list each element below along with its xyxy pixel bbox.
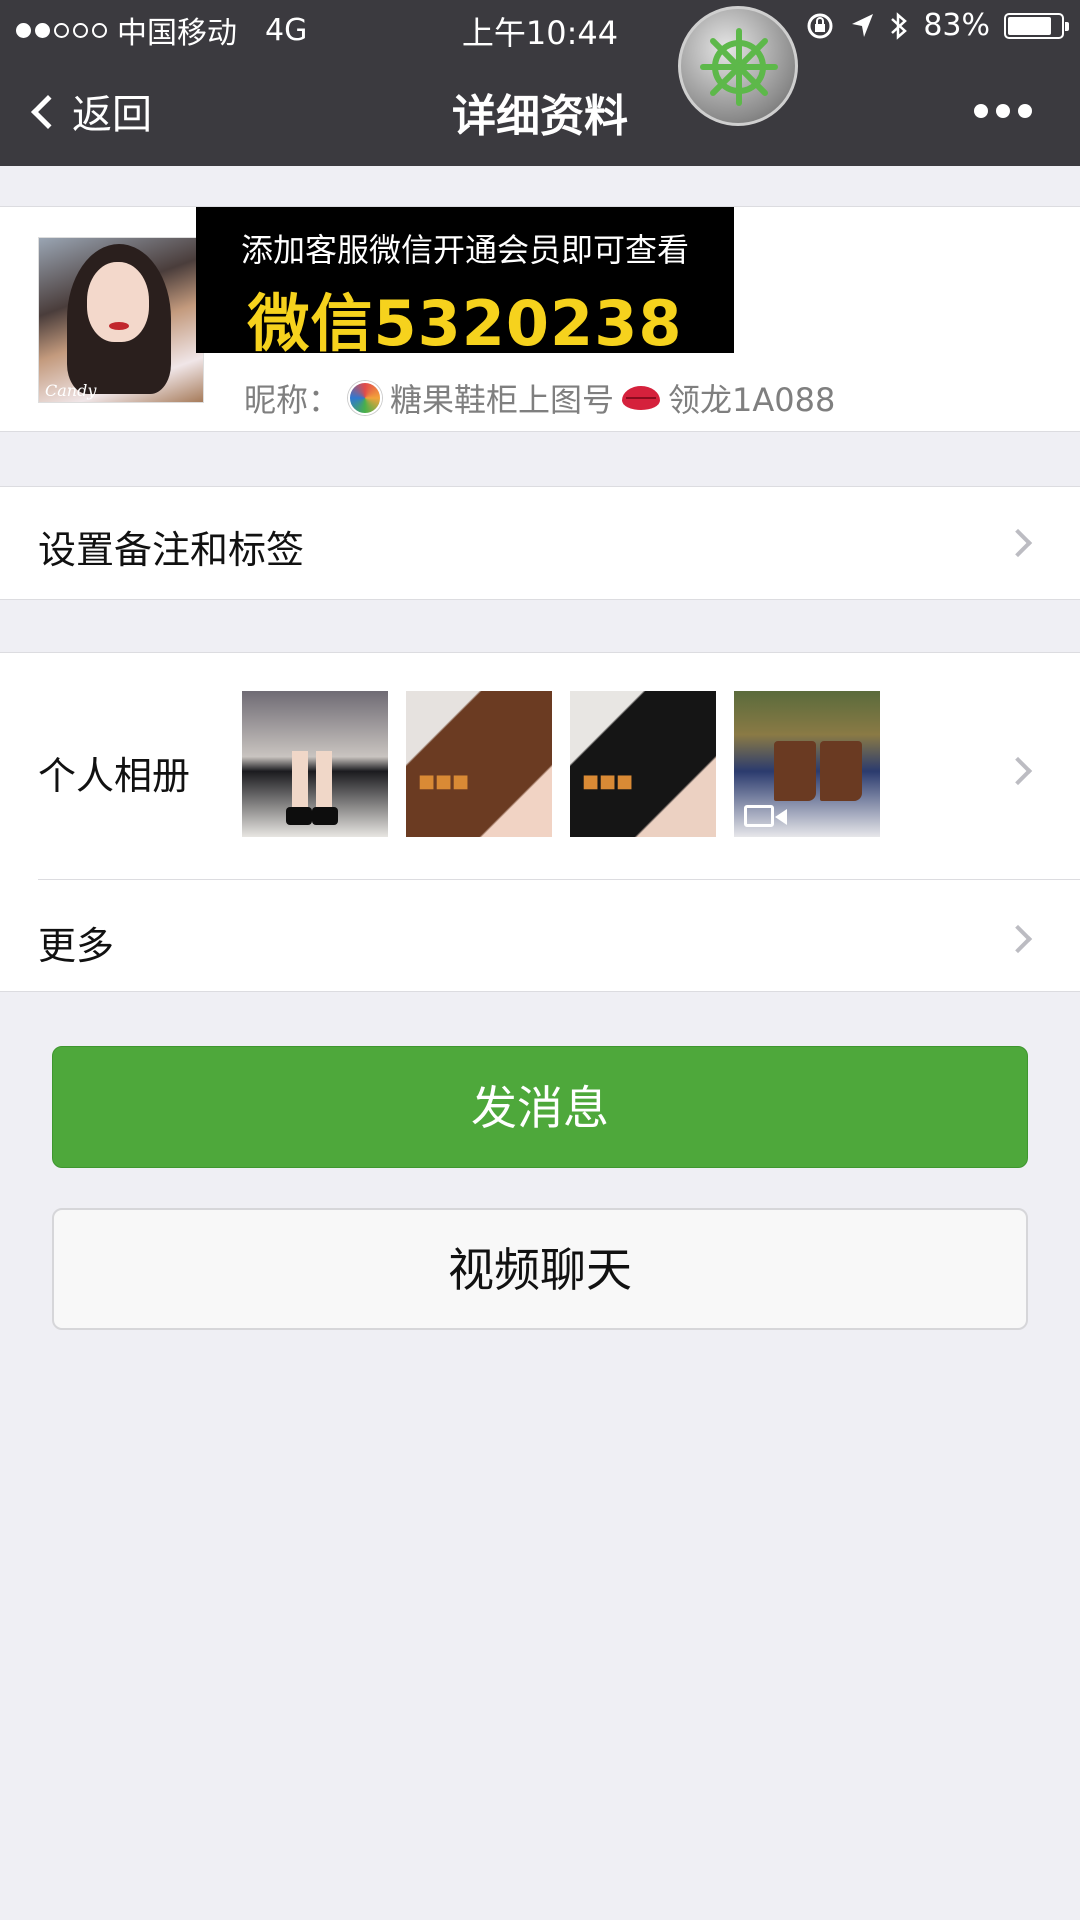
bluetooth-icon bbox=[891, 11, 908, 40]
rotation-lock-icon bbox=[807, 13, 833, 38]
remark-tags-label: 设置备注和标签 bbox=[38, 528, 305, 572]
send-message-button[interactable]: 发消息 bbox=[52, 1046, 1028, 1168]
profile-card: Candy 添加客服微信开通会员即可查看 微信5320238 昵称： 糖果鞋柜上… bbox=[0, 206, 1080, 432]
album-video[interactable] bbox=[734, 691, 880, 837]
lips-emoji-icon bbox=[622, 386, 661, 410]
album-photo[interactable]: ■■■ bbox=[570, 691, 716, 837]
status-bar: 中国移动 4G 上午10:44 83% bbox=[0, 0, 1080, 54]
album-row[interactable]: 个人相册 ■■■ ■■■ bbox=[0, 653, 1080, 879]
nickname-part2: 领龙1A088 bbox=[668, 381, 836, 419]
album-photo[interactable] bbox=[242, 691, 388, 837]
nickname-part1: 糖果鞋柜上图号 bbox=[390, 381, 615, 419]
watermark-icon: ■■■ bbox=[418, 771, 470, 792]
album-photo[interactable]: ■■■ bbox=[406, 691, 552, 837]
chevron-right-icon bbox=[1003, 528, 1033, 558]
video-call-button[interactable]: 视频聊天 bbox=[52, 1208, 1028, 1330]
battery-percent: 83% bbox=[923, 8, 990, 43]
lollipop-emoji-icon bbox=[348, 381, 383, 415]
promo-wechat-id: 微信5320238 bbox=[247, 287, 683, 360]
album-more-group: 个人相册 ■■■ ■■■ 更多 bbox=[0, 652, 1080, 992]
page-title: 详细资料 bbox=[452, 91, 628, 142]
battery-level bbox=[1008, 16, 1052, 35]
nickname: 昵称： 糖果鞋柜上图号 领龙1A088 bbox=[244, 375, 835, 421]
avatar-caption: Candy bbox=[45, 381, 97, 400]
more-options-icon[interactable] bbox=[974, 104, 1032, 118]
promo-banner: 添加客服微信开通会员即可查看 微信5320238 bbox=[196, 207, 734, 360]
avatar[interactable]: Candy bbox=[38, 237, 204, 403]
album-thumbnails: ■■■ ■■■ bbox=[242, 691, 880, 837]
status-right: 83% bbox=[805, 8, 1069, 43]
chevron-right-icon bbox=[1003, 756, 1033, 786]
video-camera-icon bbox=[744, 805, 787, 827]
battery-icon bbox=[1004, 12, 1069, 39]
watermark-icon: ■■■ bbox=[582, 771, 634, 792]
more-label: 更多 bbox=[38, 924, 115, 968]
chevron-right-icon bbox=[1003, 924, 1033, 954]
more-row[interactable]: 更多 bbox=[0, 880, 1080, 993]
location-icon bbox=[852, 13, 874, 37]
album-label: 个人相册 bbox=[38, 754, 191, 798]
remark-tags-row[interactable]: 设置备注和标签 bbox=[0, 486, 1080, 600]
top-bar: 中国移动 4G 上午10:44 83% 返回 详细资料 bbox=[0, 0, 1080, 166]
promo-text: 添加客服微信开通会员即可查看 bbox=[240, 231, 689, 269]
nickname-label: 昵称： bbox=[244, 381, 341, 419]
ship-wheel-icon[interactable] bbox=[678, 6, 798, 126]
